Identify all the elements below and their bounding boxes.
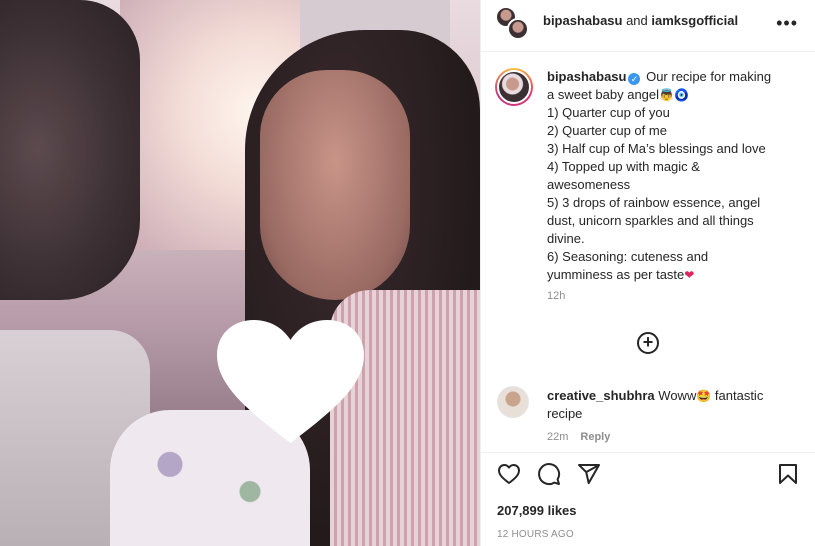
post-photo [0,0,480,546]
star-struck-emoji: 🤩 [696,389,712,403]
header-collaborator[interactable]: iamksgofficial [651,13,738,28]
woman-face [260,70,410,300]
header-connector: and [622,13,652,28]
caption-line: 6) Seasoning: cuteness and [547,249,709,264]
avatar [507,18,529,40]
header-username[interactable]: bipashabasu [543,13,622,28]
caption-line: 3) Half cup of Ma’s blessings and love [547,141,766,156]
caption-line: 1) Quarter cup of you [547,105,670,120]
evil-eye-emoji: 🧿 [673,88,689,102]
more-options-icon[interactable]: ••• [776,14,798,32]
likes-count[interactable]: 207,899 likes [497,503,577,518]
comment-text: creative_shubhra Woww🤩 fantastic recipe [547,387,795,423]
caption-avatar[interactable] [495,68,533,106]
caption-line: a sweet baby angel [547,87,660,102]
caption-line: yumminess as per taste [547,267,685,282]
caption-line: 5) 3 drops of rainbow essence, angel [547,195,761,210]
comment-time[interactable]: 22m [547,431,568,443]
reply-button[interactable]: Reply [580,431,610,443]
caption-line: dust, unicorn sparkles and all things [547,213,754,228]
collab-avatars[interactable] [495,6,531,42]
comment-body: Woww [658,388,697,403]
caption-line: awesomeness [547,177,631,192]
load-more-comments-button[interactable]: + [637,332,659,354]
post-sidebar: bipashabasu and iamksgofficial ••• bipas… [480,0,815,546]
heart-sticker-icon [217,320,364,443]
comment-meta: 22m Reply [547,431,610,443]
comment-bubble-icon[interactable] [537,462,561,486]
post-header: bipashabasu and iamksgofficial ••• [481,0,815,52]
caption-text: bipashabasu ✓ Our recipe for making a swe… [547,68,795,284]
caption-line: 4) Topped up with magic & [547,159,700,174]
red-heart-emoji: ❤ [684,268,695,282]
comment-username[interactable]: creative_shubhra [547,388,655,403]
like-heart-icon[interactable] [497,462,521,486]
caption-username[interactable]: bipashabasu [547,69,626,84]
comment-avatar[interactable] [497,386,529,418]
save-bookmark-icon[interactable] [776,462,800,486]
share-paper-plane-icon[interactable] [577,462,601,486]
caption-time[interactable]: 12h [547,290,565,302]
angel-emoji: 👼 [659,88,674,102]
caption-line: 2) Quarter cup of me [547,123,667,138]
verified-badge-icon: ✓ [628,73,641,85]
action-bar: 207,899 likes 12 HOURS AGO [481,452,815,546]
man-face [0,0,140,300]
caption-line: divine. [547,231,585,246]
header-names: bipashabasu and iamksgofficial [543,13,738,28]
posted-time: 12 HOURS AGO [497,529,574,540]
caption-line: Our recipe for making [646,69,772,84]
